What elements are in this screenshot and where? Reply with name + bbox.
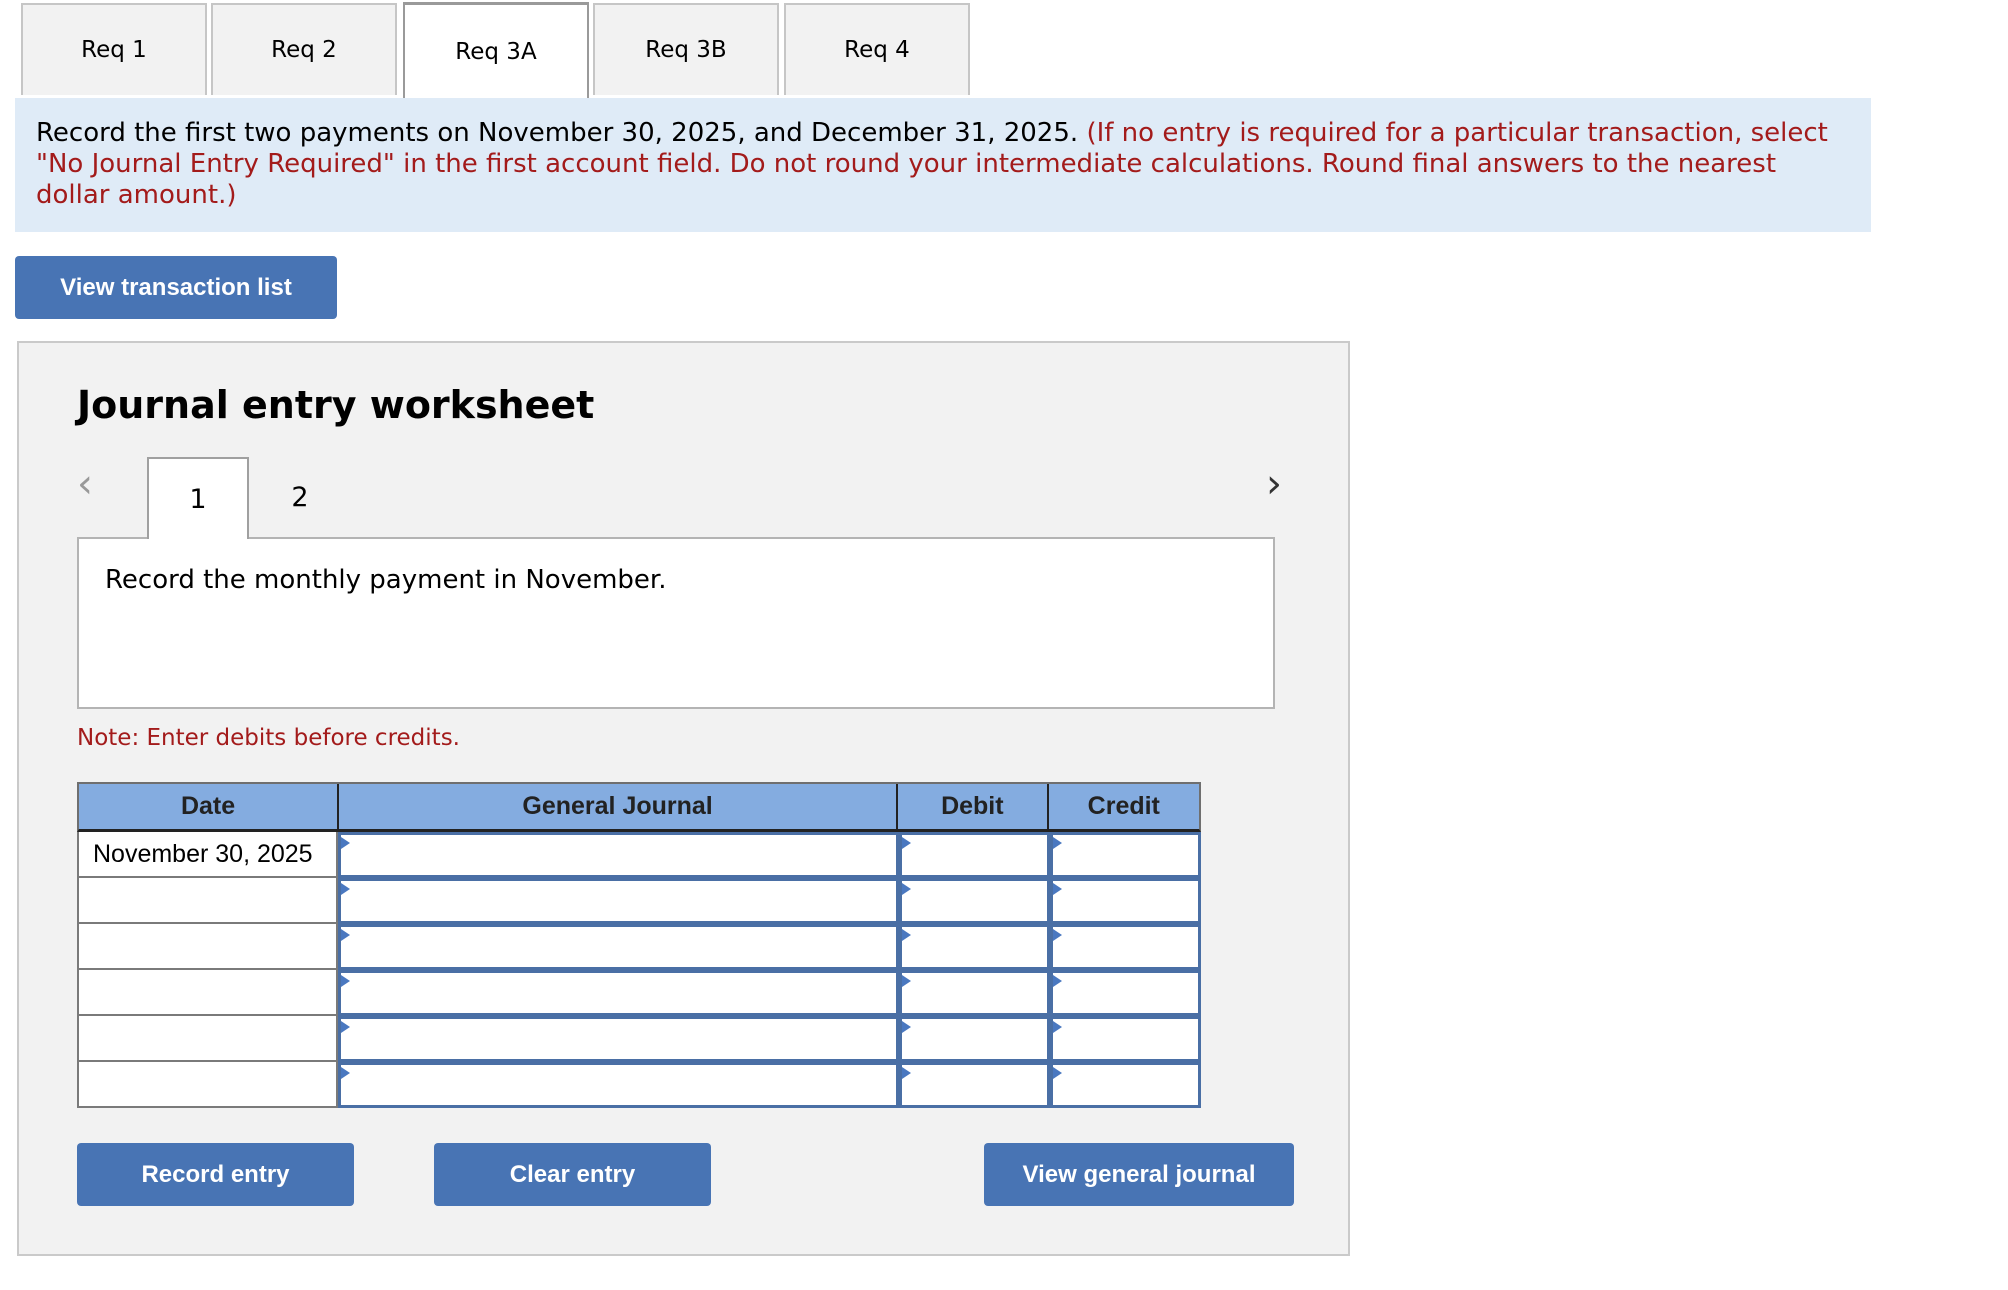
tab-req-3a[interactable]: Req 3A: [403, 2, 589, 98]
date-cell: [77, 878, 338, 924]
credit-input[interactable]: [1050, 1016, 1201, 1062]
column-header-debit: Debit: [898, 784, 1049, 829]
chevron-right-icon[interactable]: ›: [1266, 461, 1282, 507]
table-row: [77, 1062, 1201, 1108]
debit-input[interactable]: [899, 970, 1050, 1016]
account-input[interactable]: [338, 970, 899, 1016]
tab-req-2[interactable]: Req 2: [211, 3, 397, 95]
credit-input[interactable]: [1050, 970, 1201, 1016]
clear-entry-button[interactable]: Clear entry: [434, 1143, 711, 1206]
column-header-credit: Credit: [1087, 792, 1160, 820]
journal-table: Date General Journal Debit Credit Novemb…: [77, 782, 1201, 1108]
entry-tab-2[interactable]: 2: [249, 457, 351, 537]
requirement-tabs: Req 1 Req 2 Req 3A Req 3B Req 4: [15, 2, 1871, 100]
date-cell: [77, 970, 338, 1016]
table-row: [77, 970, 1201, 1016]
worksheet-title: Journal entry worksheet: [77, 383, 595, 427]
debit-input[interactable]: [899, 1016, 1050, 1062]
debit-input[interactable]: [899, 924, 1050, 970]
column-header-general-journal: General Journal: [339, 784, 899, 829]
date-cell: [77, 1062, 338, 1108]
date-cell: November 30, 2025: [77, 832, 338, 878]
table-row: [77, 1016, 1201, 1062]
date-cell: [77, 1016, 338, 1062]
record-entry-button[interactable]: Record entry: [77, 1143, 354, 1206]
account-input[interactable]: [338, 878, 899, 924]
instructions-main: Record the first two payments on Novembe…: [36, 118, 1079, 148]
tab-req-4[interactable]: Req 4: [784, 3, 970, 95]
account-input[interactable]: [338, 924, 899, 970]
journal-entry-worksheet: Journal entry worksheet ‹ 1 2 › Record t…: [17, 341, 1350, 1256]
entry-description-box: Record the monthly payment in November.: [77, 537, 1275, 709]
credit-input[interactable]: [1050, 924, 1201, 970]
view-general-journal-button[interactable]: View general journal: [984, 1143, 1294, 1206]
table-row: [77, 878, 1201, 924]
table-row: November 30, 2025: [77, 832, 1201, 878]
instructions-box: Record the first two payments on Novembe…: [15, 98, 1871, 232]
credit-input[interactable]: [1050, 1062, 1201, 1108]
table-row: [77, 924, 1201, 970]
column-header-date: Date: [79, 784, 340, 829]
account-input[interactable]: [338, 832, 899, 878]
debit-input[interactable]: [899, 878, 1050, 924]
chevron-left-icon[interactable]: ‹: [77, 461, 93, 507]
date-cell: [77, 924, 338, 970]
account-input[interactable]: [338, 1062, 899, 1108]
entry-tab-1[interactable]: 1: [147, 457, 249, 539]
credit-input[interactable]: [1050, 878, 1201, 924]
tab-req-3b[interactable]: Req 3B: [593, 3, 779, 95]
debit-input[interactable]: [899, 832, 1050, 878]
credit-input[interactable]: [1050, 832, 1201, 878]
tab-req-1[interactable]: Req 1: [21, 3, 207, 95]
entry-description: Record the monthly payment in November.: [105, 565, 667, 595]
journal-table-header: Date General Journal Debit Credit: [77, 782, 1201, 832]
view-transaction-list-button[interactable]: View transaction list: [15, 256, 337, 319]
debits-credits-note: Note: Enter debits before credits.: [77, 725, 460, 751]
debit-input[interactable]: [899, 1062, 1050, 1108]
account-input[interactable]: [338, 1016, 899, 1062]
